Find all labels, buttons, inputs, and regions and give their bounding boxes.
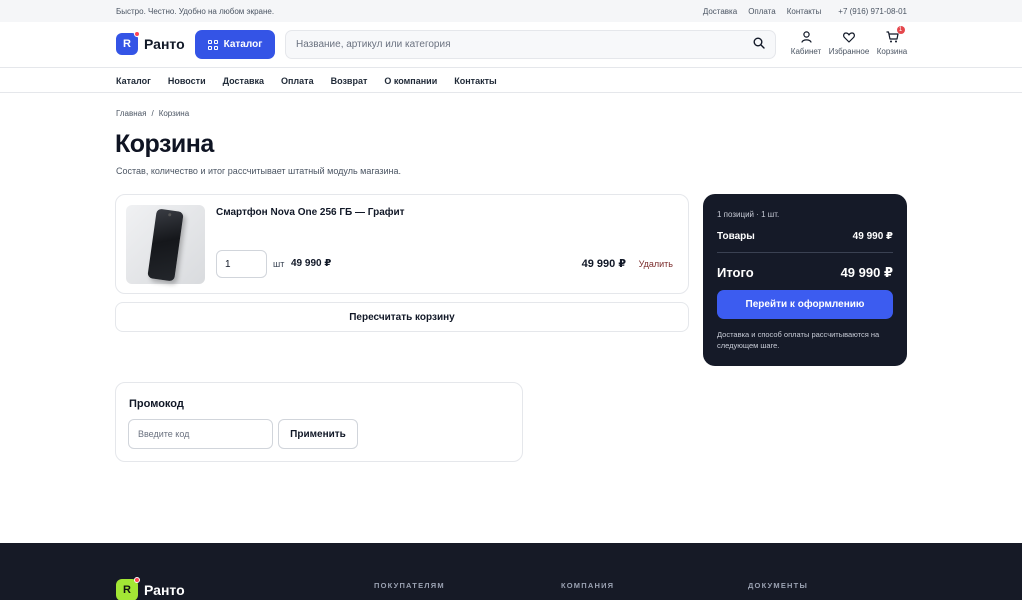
cart-badge: 1: [896, 26, 905, 34]
summary-goods-row: Товары 49 990 ₽: [717, 231, 893, 242]
footer-col-buyers: ПОКУПАТЕЛЯМ: [374, 581, 445, 590]
favorites-link[interactable]: Избранное: [829, 30, 869, 56]
main-nav: Каталог Новости Доставка Оплата Возврат …: [0, 69, 1022, 93]
header: R Ранто Каталог Кабинет Избранное: [0, 22, 1022, 68]
summary-note: Доставка и способ оплаты рассчитываются …: [717, 330, 880, 350]
promo-title: Промокод: [129, 398, 184, 410]
nav-item-returns[interactable]: Возврат: [331, 76, 368, 86]
summary-total-value: 49 990 ₽: [840, 265, 893, 280]
search-input[interactable]: [296, 39, 753, 50]
summary-divider: [717, 252, 893, 253]
phone-link[interactable]: +7 (916) 971-08-01: [838, 7, 907, 16]
footer-logo-letter: R: [123, 584, 131, 596]
summary-total-label: Итого: [717, 265, 754, 280]
footer-logo-mark-icon: R: [116, 577, 140, 600]
breadcrumb-home[interactable]: Главная: [116, 109, 146, 118]
breadcrumb: Главная / Корзина: [116, 109, 189, 118]
cart-item: Смартфон Nova One 256 ГБ — Графит шт 49 …: [115, 194, 689, 294]
catalog-button[interactable]: Каталог: [195, 30, 275, 59]
phone-picture: [147, 207, 184, 282]
search-box: [285, 30, 776, 59]
topbar-link-contacts[interactable]: Контакты: [787, 7, 822, 16]
catalog-button-label: Каталог: [223, 39, 263, 50]
logo-text: Ранто: [144, 36, 185, 52]
cart-label: Корзина: [876, 47, 908, 56]
logo[interactable]: R Ранто: [116, 31, 185, 55]
logo-mark-icon: R: [116, 31, 140, 55]
unit-label: шт: [273, 259, 285, 269]
checkout-button[interactable]: Перейти к оформлению: [717, 290, 893, 319]
footer-logo-text: Ранто: [144, 582, 185, 598]
footer: R Ранто ПОКУПАТЕЛЯМ КОМПАНИЯ ДОКУМЕНТЫ: [0, 543, 1022, 600]
order-summary: 1 позиций · 1 шт. Товары 49 990 ₽ Итого …: [703, 194, 907, 366]
nav-item-contacts[interactable]: Контакты: [454, 76, 496, 86]
account-link[interactable]: Кабинет: [788, 30, 824, 56]
logo-letter: R: [123, 38, 131, 50]
promo-code-input[interactable]: [128, 419, 273, 449]
apply-promo-button[interactable]: Применить: [278, 419, 358, 449]
summary-goods-label: Товары: [717, 231, 755, 242]
remove-link[interactable]: Удалить: [639, 259, 673, 269]
cart-icon: 1: [886, 26, 905, 44]
promo-card: Промокод Применить: [115, 382, 523, 462]
page-title: Корзина: [115, 130, 214, 158]
grid-icon: [207, 39, 218, 50]
nav-item-catalog[interactable]: Каталог: [116, 76, 151, 86]
nav-item-payment[interactable]: Оплата: [281, 76, 314, 86]
summary-count: 1 позиций · 1 шт.: [717, 210, 780, 219]
cart-link[interactable]: 1 Корзина: [874, 26, 910, 56]
user-icon: [800, 30, 812, 44]
topbar-link-payment[interactable]: Оплата: [748, 7, 776, 16]
nav-item-delivery[interactable]: Доставка: [223, 76, 264, 86]
footer-logo-dot: [134, 577, 140, 583]
page-subtitle: Состав, количество и итог рассчитывает ш…: [116, 166, 401, 176]
summary-total-row: Итого 49 990 ₽: [717, 265, 893, 281]
footer-col-documents: ДОКУМЕНТЫ: [748, 581, 808, 590]
topbar-link-delivery[interactable]: Доставка: [703, 7, 737, 16]
line-total: 49 990 ₽: [581, 258, 626, 270]
account-label: Кабинет: [790, 47, 822, 56]
footer-logo[interactable]: R Ранто: [116, 577, 185, 600]
topbar: Быстро. Честно. Удобно на любом экране. …: [0, 0, 1022, 22]
logo-dot: [134, 31, 140, 37]
heart-icon: [843, 30, 855, 44]
breadcrumb-separator: /: [151, 109, 154, 118]
tagline: Быстро. Честно. Удобно на любом экране.: [116, 6, 275, 16]
unit-price: 49 990 ₽: [291, 258, 332, 269]
favorites-label: Избранное: [828, 47, 870, 56]
summary-goods-value: 49 990 ₽: [852, 231, 893, 242]
nav-item-about[interactable]: О компании: [384, 76, 437, 86]
product-name[interactable]: Смартфон Nova One 256 ГБ — Графит: [216, 207, 405, 218]
footer-col-company: КОМПАНИЯ: [561, 581, 615, 590]
quantity-input[interactable]: [216, 250, 267, 278]
recalculate-button[interactable]: Пересчитать корзину: [115, 302, 689, 332]
nav-item-news[interactable]: Новости: [168, 76, 206, 86]
product-image[interactable]: [126, 205, 205, 284]
breadcrumb-current: Корзина: [158, 109, 190, 118]
search-icon[interactable]: [753, 36, 765, 54]
